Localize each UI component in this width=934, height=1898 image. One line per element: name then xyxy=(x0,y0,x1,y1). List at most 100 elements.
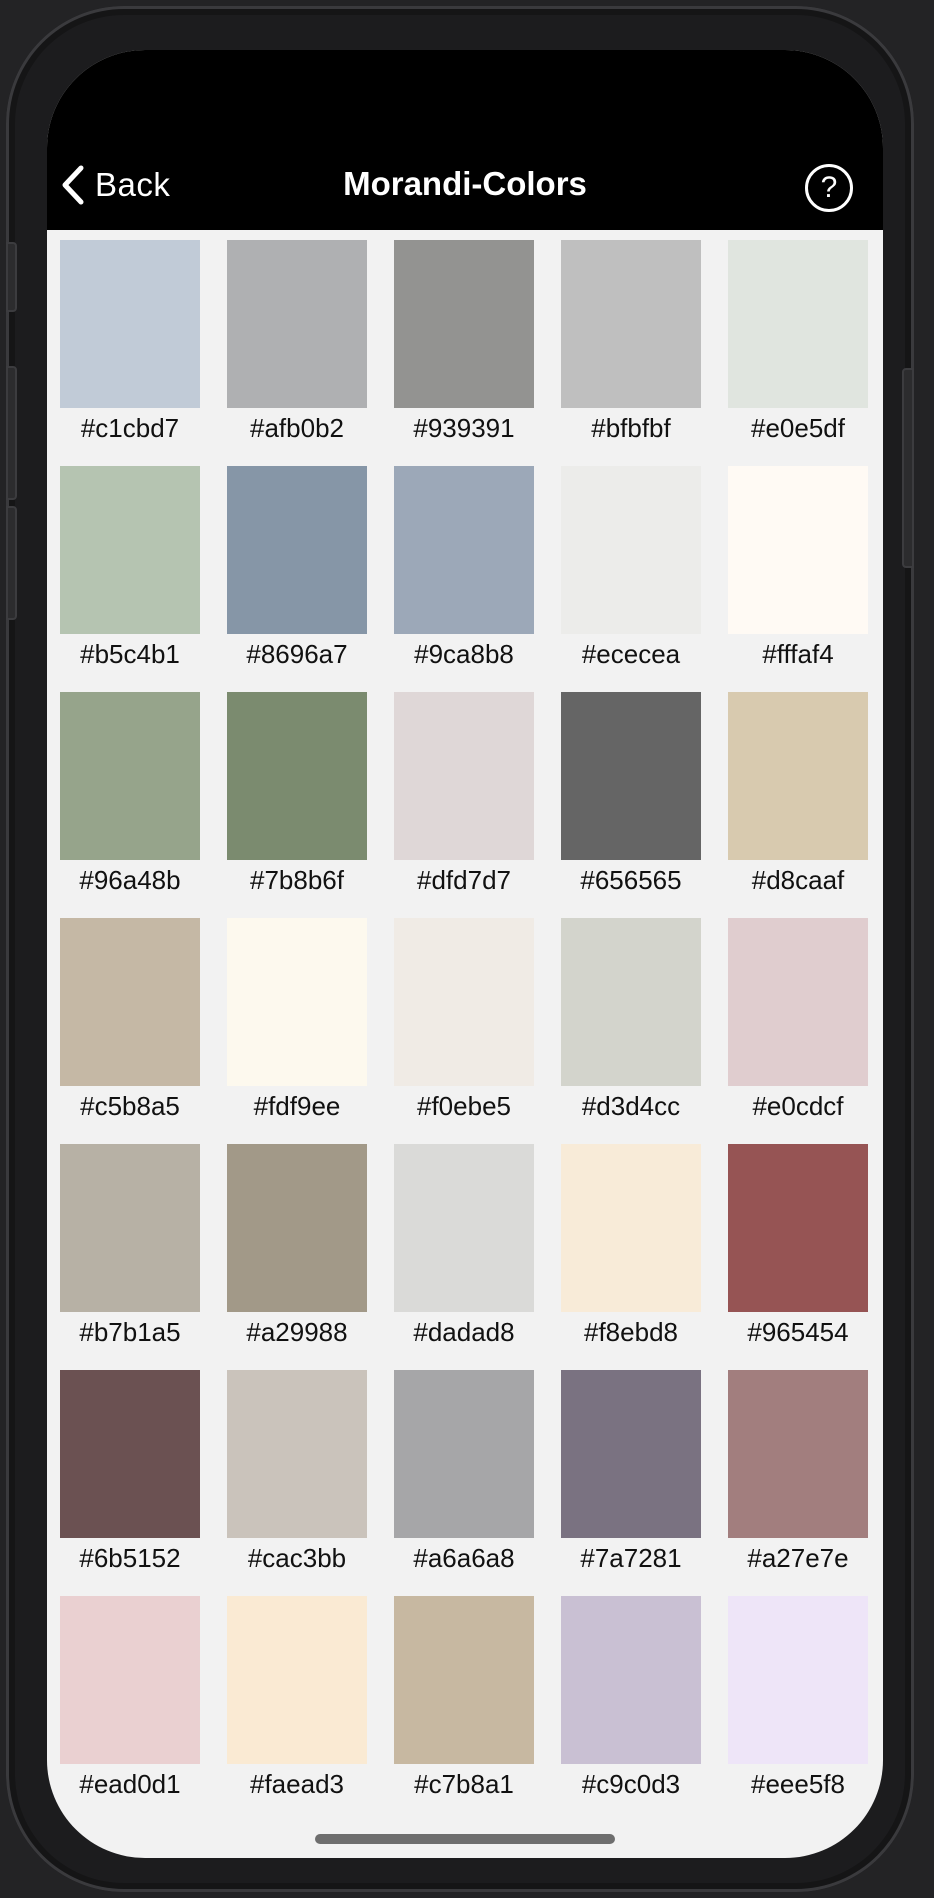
color-swatch xyxy=(394,1596,534,1764)
color-hex-label: #bfbfbf xyxy=(591,413,671,443)
color-hex-label: #dadad8 xyxy=(413,1317,515,1347)
help-button[interactable]: ? xyxy=(805,164,853,212)
color-hex-label: #f8ebd8 xyxy=(584,1317,678,1347)
color-swatch-item[interactable]: #d3d4cc xyxy=(561,918,701,1127)
color-hex-label: #afb0b2 xyxy=(250,413,344,443)
color-swatch-item[interactable]: #afb0b2 xyxy=(227,240,367,449)
color-swatch-item[interactable]: #e0cdcf xyxy=(728,918,868,1127)
color-hex-label: #d8caaf xyxy=(751,865,845,895)
color-swatch-item[interactable]: #faead3 xyxy=(227,1596,367,1805)
color-grid: #c1cbd7 #afb0b2 #939391 #bfbfbf #e0e5df #b5c4… xyxy=(60,240,870,1805)
color-swatch-item[interactable]: #939391 xyxy=(394,240,534,449)
color-swatch-item[interactable]: #e0e5df xyxy=(728,240,868,449)
color-hex-label: #96a48b xyxy=(79,865,181,895)
color-swatch-item[interactable]: #965454 xyxy=(728,1144,868,1353)
color-swatch xyxy=(561,240,701,408)
color-hex-label: #a27e7e xyxy=(747,1543,849,1573)
color-hex-label: #c9c0d3 xyxy=(581,1769,681,1799)
color-swatch-item[interactable]: #7a7281 xyxy=(561,1370,701,1579)
color-swatch xyxy=(394,466,534,634)
color-swatch-item[interactable]: #dfd7d7 xyxy=(394,692,534,901)
home-indicator[interactable] xyxy=(315,1834,615,1844)
color-swatch-item[interactable]: #ead0d1 xyxy=(60,1596,200,1805)
color-swatch xyxy=(728,1370,868,1538)
color-swatch-item[interactable]: #96a48b xyxy=(60,692,200,901)
color-swatch xyxy=(227,692,367,860)
color-swatch xyxy=(227,1370,367,1538)
color-hex-label: #7b8b6f xyxy=(250,865,344,895)
color-swatch-item[interactable]: #7b8b6f xyxy=(227,692,367,901)
color-swatch-item[interactable]: #fdf9ee xyxy=(227,918,367,1127)
color-swatch-item[interactable]: #fffaf4 xyxy=(728,466,868,675)
color-swatch xyxy=(60,1144,200,1312)
color-hex-label: #e0e5df xyxy=(751,413,845,443)
color-swatch-item[interactable]: #b5c4b1 xyxy=(60,466,200,675)
color-hex-label: #965454 xyxy=(747,1317,849,1347)
color-swatch xyxy=(227,240,367,408)
color-swatch xyxy=(728,1144,868,1312)
color-swatch xyxy=(60,1596,200,1764)
color-hex-label: #fdf9ee xyxy=(253,1091,341,1121)
color-swatch-item[interactable]: #ececea xyxy=(561,466,701,675)
color-hex-label: #dfd7d7 xyxy=(417,865,511,895)
color-hex-label: #cac3bb xyxy=(247,1543,347,1573)
color-hex-label: #f0ebe5 xyxy=(417,1091,511,1121)
page-title: Morandi-Colors xyxy=(343,165,587,202)
color-swatch xyxy=(728,240,868,408)
color-swatch xyxy=(561,1144,701,1312)
color-swatch-item[interactable]: #f8ebd8 xyxy=(561,1144,701,1353)
color-swatch-item[interactable]: #c9c0d3 xyxy=(561,1596,701,1805)
color-swatch xyxy=(60,1370,200,1538)
color-hex-label: #8696a7 xyxy=(246,639,348,669)
color-swatch-item[interactable]: #eee5f8 xyxy=(728,1596,868,1805)
color-swatch xyxy=(60,466,200,634)
color-swatch-item[interactable]: #bfbfbf xyxy=(561,240,701,449)
color-swatch-item[interactable]: #c5b8a5 xyxy=(60,918,200,1127)
color-swatch-item[interactable]: #a27e7e xyxy=(728,1370,868,1579)
color-swatch xyxy=(728,692,868,860)
color-hex-label: #eee5f8 xyxy=(751,1769,845,1799)
color-swatch-item[interactable]: #dadad8 xyxy=(394,1144,534,1353)
color-swatch-item[interactable]: #cac3bb xyxy=(227,1370,367,1579)
color-swatch-item[interactable]: #f0ebe5 xyxy=(394,918,534,1127)
color-swatch-item[interactable]: #c1cbd7 xyxy=(60,240,200,449)
color-swatch xyxy=(394,918,534,1086)
color-hex-label: #c7b8a1 xyxy=(414,1769,514,1799)
color-hex-label: #7a7281 xyxy=(580,1543,682,1573)
color-swatch xyxy=(728,918,868,1086)
color-swatch xyxy=(561,466,701,634)
color-swatch-item[interactable]: #d8caaf xyxy=(728,692,868,901)
mute-switch xyxy=(6,242,17,312)
color-hex-label: #c1cbd7 xyxy=(80,413,180,443)
color-hex-label: #fffaf4 xyxy=(762,639,834,669)
color-swatch xyxy=(728,466,868,634)
color-swatch-item[interactable]: #c7b8a1 xyxy=(394,1596,534,1805)
color-hex-label: #6b5152 xyxy=(79,1543,181,1573)
color-swatch-item[interactable]: #a29988 xyxy=(227,1144,367,1353)
color-hex-label: #d3d4cc xyxy=(581,1091,681,1121)
color-swatch-item[interactable]: #656565 xyxy=(561,692,701,901)
color-hex-label: #9ca8b8 xyxy=(414,639,514,669)
color-swatch-item[interactable]: #8696a7 xyxy=(227,466,367,675)
app-screen: Back Morandi-Colors ? #c1cbd7 #afb0b2 #939… xyxy=(47,50,883,1858)
color-hex-label: #c5b8a5 xyxy=(80,1091,180,1121)
color-hex-label: #a6a6a8 xyxy=(413,1543,515,1573)
color-swatch xyxy=(60,692,200,860)
color-hex-label: #939391 xyxy=(413,413,515,443)
color-swatch xyxy=(728,1596,868,1764)
color-hex-label: #ead0d1 xyxy=(79,1769,181,1799)
color-swatch xyxy=(227,1144,367,1312)
color-swatch xyxy=(561,1370,701,1538)
color-swatch-item[interactable]: #a6a6a8 xyxy=(394,1370,534,1579)
color-swatch-item[interactable]: #9ca8b8 xyxy=(394,466,534,675)
volume-down-button xyxy=(6,506,17,620)
color-swatch xyxy=(394,1144,534,1312)
color-swatch xyxy=(227,918,367,1086)
color-hex-label: #656565 xyxy=(580,865,682,895)
color-hex-label: #e0cdcf xyxy=(752,1091,844,1121)
notch xyxy=(259,50,671,112)
color-hex-label: #a29988 xyxy=(246,1317,348,1347)
color-swatch xyxy=(227,1596,367,1764)
color-swatch-item[interactable]: #6b5152 xyxy=(60,1370,200,1579)
color-swatch-item[interactable]: #b7b1a5 xyxy=(60,1144,200,1353)
